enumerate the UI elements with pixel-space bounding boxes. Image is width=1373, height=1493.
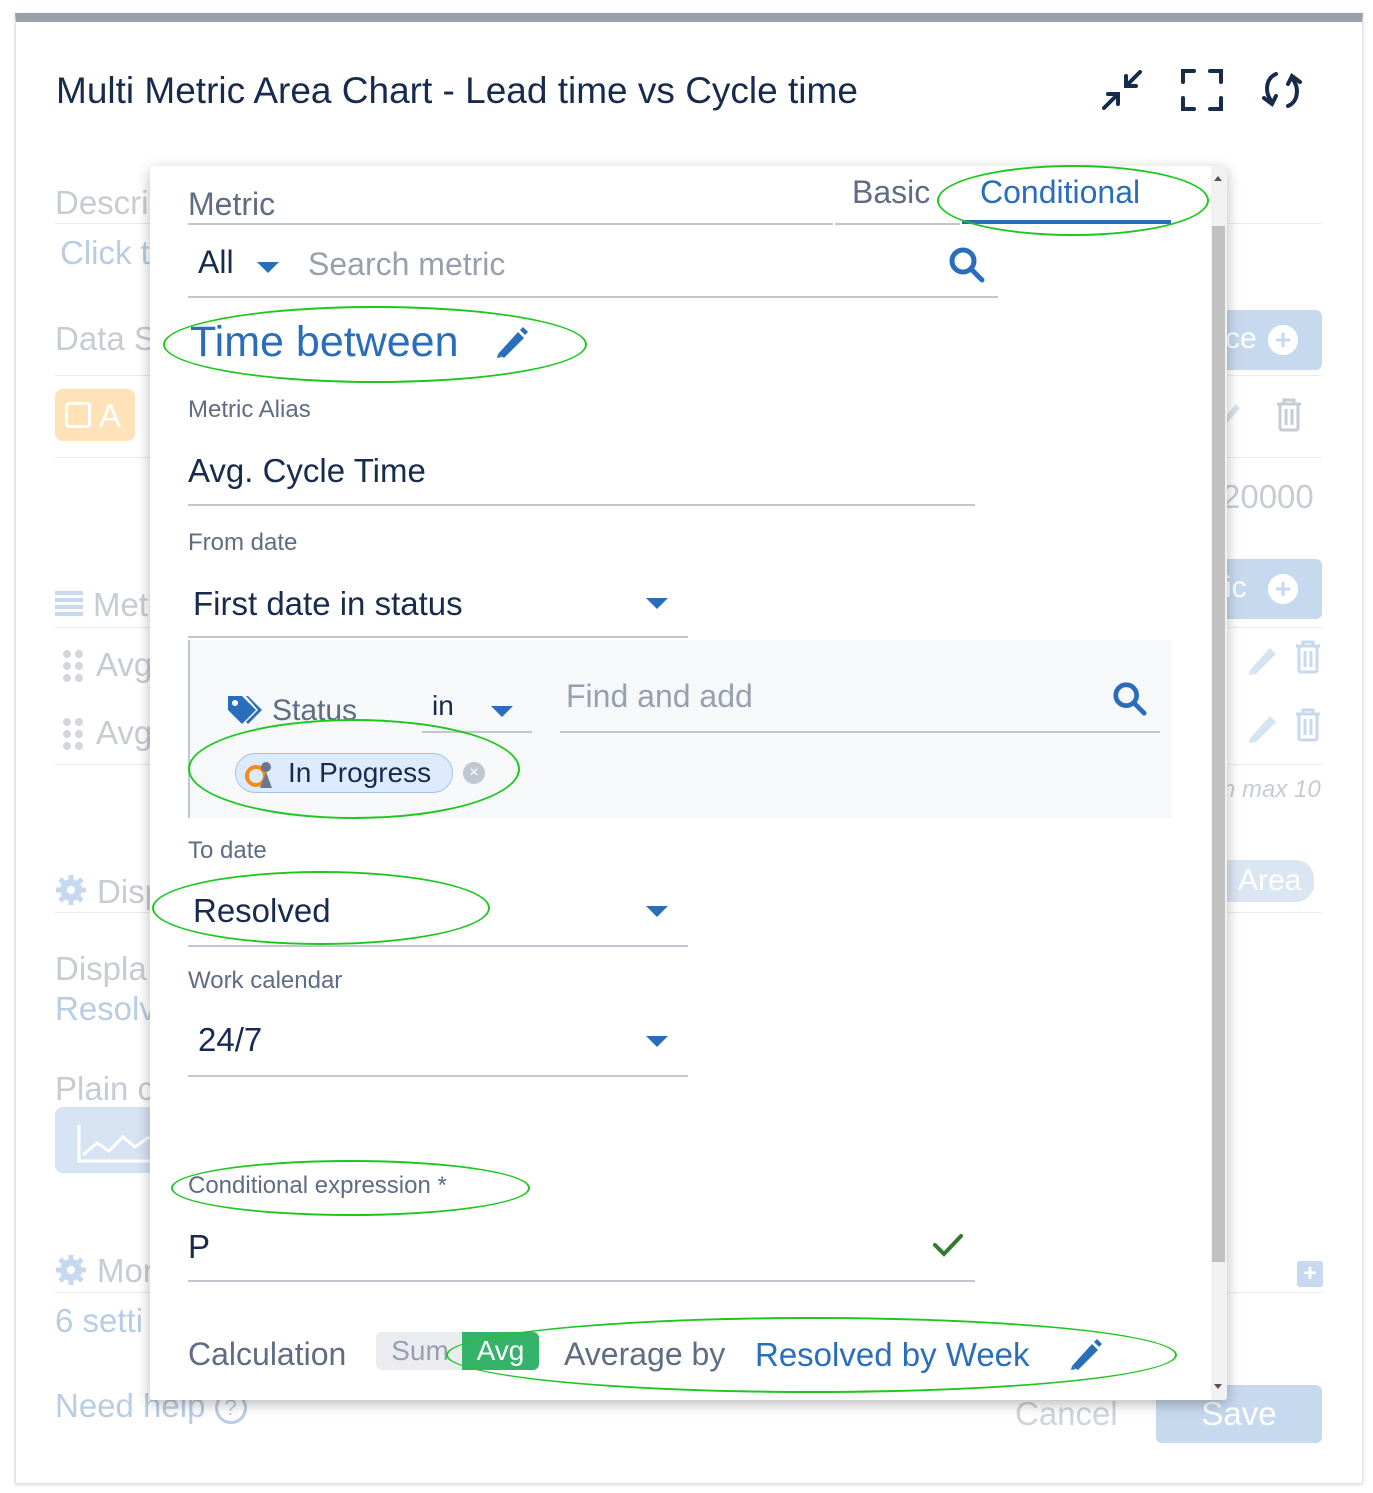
source-tag[interactable]: A bbox=[55, 389, 135, 441]
divider bbox=[188, 1075, 688, 1077]
divider bbox=[560, 731, 1160, 733]
chevron-down-icon[interactable] bbox=[646, 906, 668, 917]
divider bbox=[188, 636, 688, 638]
source-tag-label: A bbox=[99, 397, 122, 434]
conditional-expression-label: Conditional expression * bbox=[188, 1172, 447, 1199]
area-pill-label: Area bbox=[1238, 864, 1302, 897]
metrics-label: Met bbox=[93, 586, 149, 623]
max-note: n max 10 bbox=[1222, 776, 1321, 803]
remove-chip-icon[interactable]: × bbox=[463, 762, 485, 784]
status-chip-label: In Progress bbox=[288, 757, 432, 788]
scroll-down-icon[interactable] bbox=[1214, 1384, 1222, 1389]
chevron-down-icon[interactable] bbox=[257, 262, 279, 273]
alias-input[interactable]: Avg. Cycle Time bbox=[188, 452, 426, 490]
list-icon bbox=[55, 591, 83, 622]
calc-sum-toggle[interactable]: Sum bbox=[376, 1332, 464, 1370]
edit-icon[interactable] bbox=[1246, 640, 1280, 681]
description-label: Descri bbox=[55, 184, 149, 221]
plus-icon: + bbox=[1268, 325, 1298, 355]
average-by-label: Average by bbox=[564, 1336, 726, 1372]
plain-label: Plain c bbox=[55, 1070, 155, 1107]
divider bbox=[835, 223, 960, 225]
drag-handle-icon[interactable] bbox=[63, 650, 85, 682]
trash-icon[interactable] bbox=[1294, 708, 1322, 747]
gear-icon bbox=[55, 874, 87, 911]
check-icon bbox=[932, 1232, 964, 1263]
fullscreen-icon[interactable] bbox=[1180, 68, 1224, 112]
from-date-select[interactable]: First date in status bbox=[193, 585, 463, 623]
add-metric-label: ic bbox=[1225, 571, 1247, 604]
find-and-add-input[interactable]: Find and add bbox=[566, 678, 753, 715]
status-chip[interactable]: In Progress bbox=[235, 753, 453, 793]
work-calendar-label: Work calendar bbox=[188, 967, 343, 994]
trash-icon[interactable] bbox=[1294, 640, 1322, 679]
display-by-link[interactable]: Resolv bbox=[55, 990, 156, 1028]
in-progress-status-icon bbox=[244, 758, 278, 795]
more-settings-label: Mor bbox=[97, 1252, 154, 1289]
tab-basic[interactable]: Basic bbox=[852, 174, 930, 211]
add-source-label: ce bbox=[1225, 322, 1257, 355]
metric-row-label: Avg bbox=[96, 646, 153, 683]
status-operator-select[interactable]: in bbox=[432, 690, 454, 722]
from-date-label: From date bbox=[188, 529, 298, 556]
max-value: 20000 bbox=[1222, 478, 1314, 515]
edit-icon[interactable] bbox=[1246, 708, 1280, 749]
plus-icon: + bbox=[1268, 574, 1298, 604]
checkbox-icon bbox=[65, 402, 91, 428]
calculation-label: Calculation bbox=[188, 1336, 347, 1372]
metric-editor-popup: Metric Basic Conditional All Search metr… bbox=[150, 166, 1227, 1400]
chevron-down-icon[interactable] bbox=[646, 1036, 668, 1047]
search-metric-input[interactable]: Search metric bbox=[308, 246, 505, 283]
divider bbox=[188, 945, 688, 947]
display-by-label: Displa bbox=[55, 950, 147, 987]
metric-filter-select[interactable]: All bbox=[198, 244, 234, 281]
minimize-icon[interactable] bbox=[1100, 68, 1144, 112]
search-icon[interactable] bbox=[1112, 681, 1148, 722]
conditional-expression-input[interactable]: P bbox=[188, 1228, 210, 1266]
search-icon[interactable] bbox=[948, 246, 986, 289]
metric-label: Metric bbox=[188, 186, 276, 222]
alias-label: Metric Alias bbox=[188, 396, 311, 423]
chevron-down-icon[interactable] bbox=[491, 706, 513, 717]
divider bbox=[188, 296, 998, 298]
divider bbox=[422, 731, 532, 733]
data-source-label: Data S bbox=[55, 320, 156, 357]
settings-link[interactable]: 6 setti bbox=[55, 1302, 143, 1340]
drag-handle-icon[interactable] bbox=[63, 718, 85, 750]
line-chart-thumbnail[interactable] bbox=[55, 1107, 155, 1173]
trash-icon[interactable] bbox=[1275, 398, 1303, 437]
tag-icon bbox=[226, 694, 264, 731]
divider bbox=[188, 1280, 975, 1282]
work-calendar-select[interactable]: 24/7 bbox=[198, 1021, 262, 1059]
pencil-icon[interactable] bbox=[1068, 1336, 1102, 1375]
calc-avg-toggle[interactable]: Avg bbox=[462, 1332, 539, 1370]
to-date-select[interactable]: Resolved bbox=[193, 892, 331, 930]
tab-conditional[interactable]: Conditional bbox=[980, 174, 1140, 211]
active-tab-indicator bbox=[962, 220, 1171, 224]
status-field-label: Status bbox=[272, 694, 358, 727]
expand-plus-icon[interactable]: + bbox=[1297, 1261, 1323, 1287]
pencil-icon[interactable] bbox=[494, 324, 528, 363]
average-by-link[interactable]: Resolved by Week bbox=[755, 1336, 1030, 1374]
gadget-title: Multi Metric Area Chart - Lead time vs C… bbox=[56, 70, 858, 111]
metric-name-title: Time between bbox=[190, 318, 459, 366]
divider bbox=[188, 504, 975, 506]
to-date-label: To date bbox=[188, 837, 267, 864]
cancel-button[interactable]: Cancel bbox=[1015, 1395, 1118, 1433]
gear-icon bbox=[55, 1254, 87, 1291]
scroll-up-icon[interactable] bbox=[1214, 176, 1222, 181]
refresh-icon[interactable] bbox=[1260, 68, 1304, 112]
scrollbar-thumb[interactable] bbox=[1212, 226, 1225, 1262]
click-to-edit-link[interactable]: Click t bbox=[60, 234, 150, 272]
metric-row-label: Avg bbox=[96, 714, 153, 751]
chevron-down-icon[interactable] bbox=[646, 598, 668, 609]
divider bbox=[188, 223, 833, 225]
